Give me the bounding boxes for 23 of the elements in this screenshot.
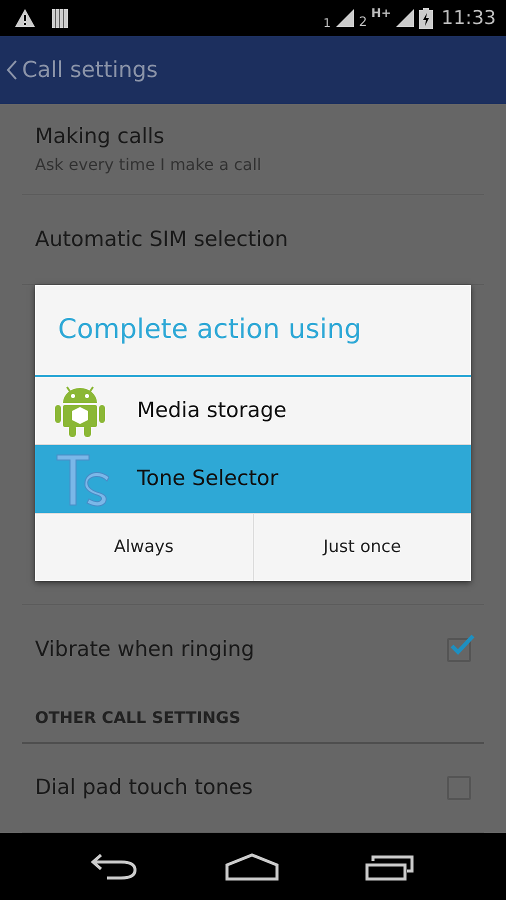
sim-label: 1 (323, 15, 331, 32)
warning-icon (14, 8, 36, 28)
android-icon (55, 384, 105, 436)
back-icon[interactable] (91, 854, 139, 880)
section-header: OTHER CALL SETTINGS (35, 707, 240, 729)
signal-icon (395, 8, 416, 28)
dialog-title: Complete action using (58, 312, 362, 347)
status-time: 11:33 (441, 6, 496, 31)
home-icon[interactable] (225, 852, 279, 880)
app-option[interactable]: Tone Selector (35, 445, 471, 513)
setting-title: Automatic SIM selection (35, 226, 290, 253)
barcode-icon (52, 8, 68, 28)
setting-title: Dial pad touch tones (35, 774, 253, 802)
signal-icon (334, 8, 355, 28)
battery-charging-icon (419, 8, 434, 28)
recent-apps-icon[interactable] (365, 852, 415, 880)
sim-label: 2 (358, 14, 368, 32)
setting-title: Making calls (35, 123, 166, 150)
dialog-button[interactable]: Just once (252, 514, 471, 581)
network-type: H+ (371, 4, 392, 22)
setting-title: Vibrate when ringing (35, 636, 254, 663)
screen-title: Call settings (22, 56, 158, 84)
dialog-button[interactable]: Always (35, 514, 252, 581)
